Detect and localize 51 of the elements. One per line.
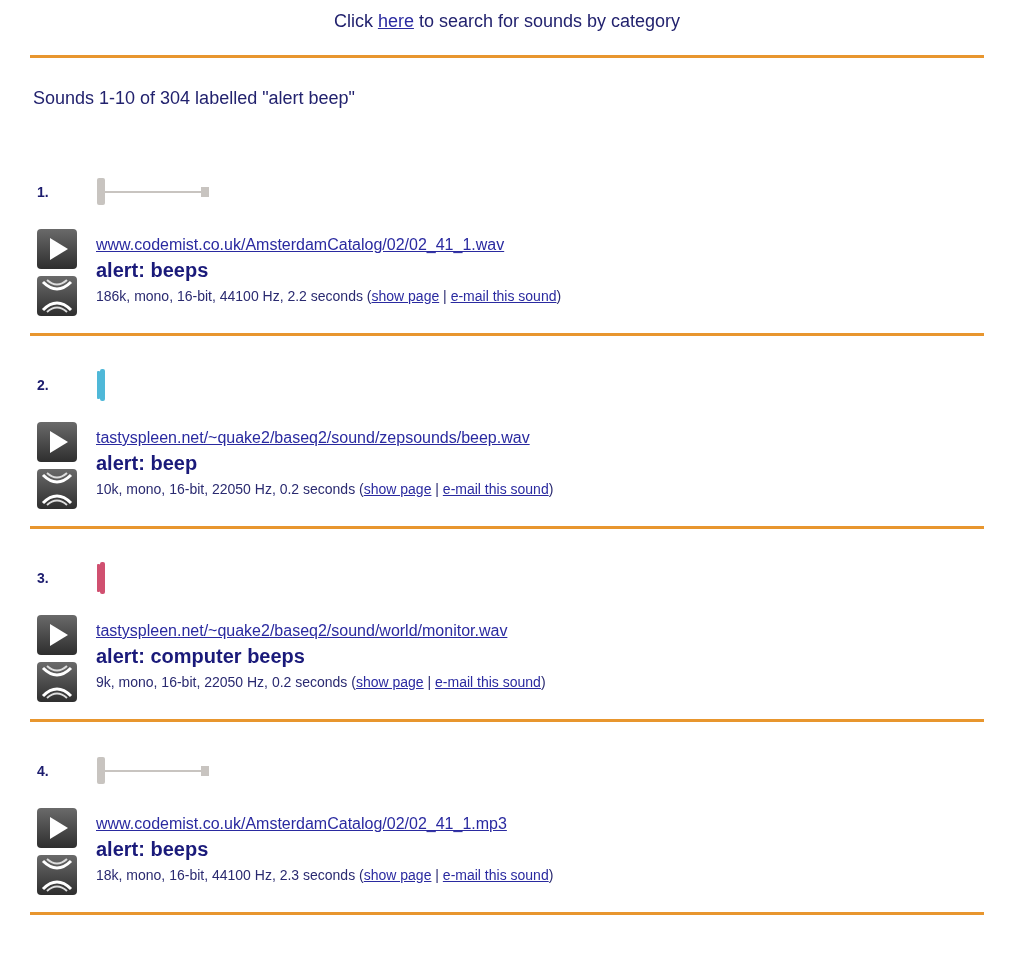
play-icon — [50, 624, 68, 646]
download-button[interactable] — [37, 662, 77, 702]
sound-url-link[interactable]: www.codemist.co.uk/AmsterdamCatalog/02/02_41_1.mp3 — [96, 814, 554, 834]
search-prompt: Click here to search for sounds by category — [332, 10, 682, 33]
closing-paren: ) — [548, 867, 554, 883]
closing-paren: ) — [548, 481, 554, 497]
download-button[interactable] — [37, 855, 77, 895]
show-page-link[interactable]: show page — [363, 867, 432, 883]
download-button[interactable] — [37, 469, 77, 509]
arcs-icon — [42, 858, 72, 892]
sound-title: alert: beeps — [96, 258, 210, 283]
sound-title: alert: beeps — [96, 837, 210, 862]
play-icon — [50, 817, 68, 839]
sound-url-link[interactable]: tastyspleen.net/~quake2/baseq2/sound/world/monitor.wav — [96, 621, 546, 641]
result-number: 1. — [36, 184, 50, 200]
play-button[interactable] — [37, 615, 77, 655]
result-number: 2. — [36, 377, 50, 393]
link-separator: | — [434, 867, 440, 883]
arcs-icon — [42, 279, 72, 313]
sound-title: alert: beep — [96, 451, 199, 476]
closing-paren: ) — [540, 674, 546, 690]
link-separator: | — [434, 481, 440, 497]
sound-details: 10k, mono, 16-bit, 22050 Hz, 0.2 seconds ( — [96, 481, 364, 497]
arcs-icon — [42, 472, 72, 506]
download-button[interactable] — [37, 276, 77, 316]
results-summary: Sounds 1-10 of 304 labelled "alert beep" — [32, 87, 356, 110]
sound-url-link[interactable]: tastyspleen.net/~quake2/baseq2/sound/zepsounds/beep.wav — [96, 428, 554, 448]
sound-details: 186k, mono, 16-bit, 44100 Hz, 2.2 seconds ( — [96, 288, 372, 304]
email-sound-link[interactable]: e-mail this sound — [442, 867, 549, 883]
show-page-link[interactable]: show page — [355, 674, 424, 690]
sound-details: 18k, mono, 16-bit, 44100 Hz, 2.3 seconds ( — [96, 867, 364, 883]
sound-title: alert: computer beeps — [96, 644, 306, 669]
link-separator: | — [426, 674, 433, 690]
play-button[interactable] — [37, 422, 77, 462]
show-page-link[interactable]: show page — [371, 288, 440, 304]
email-sound-link[interactable]: e-mail this sound — [442, 481, 549, 497]
email-sound-link[interactable]: e-mail this sound — [450, 288, 557, 304]
arcs-icon — [42, 665, 72, 699]
link-separator: | — [442, 288, 448, 304]
closing-paren: ) — [556, 288, 562, 304]
result-number: 3. — [36, 570, 50, 586]
sound-details: 9k, mono, 16-bit, 22050 Hz, 0.2 seconds ( — [96, 674, 356, 690]
play-button[interactable] — [37, 229, 77, 269]
here-link[interactable]: here — [377, 11, 414, 31]
play-icon — [50, 431, 68, 453]
play-button[interactable] — [37, 808, 77, 848]
result-number: 4. — [36, 763, 50, 779]
play-icon — [50, 238, 68, 260]
sound-url-link[interactable]: www.codemist.co.uk/AmsterdamCatalog/02/02_41_1.wav — [96, 235, 562, 255]
email-sound-link[interactable]: e-mail this sound — [435, 674, 541, 690]
show-page-link[interactable]: show page — [363, 481, 432, 497]
